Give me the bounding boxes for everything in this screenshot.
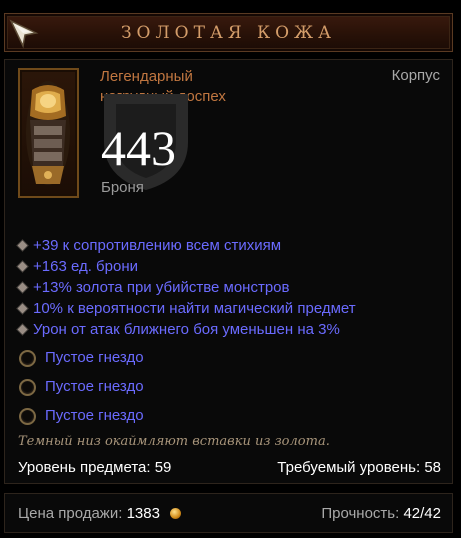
durability-label: Прочность: — [321, 505, 400, 522]
affix-list: +39 к сопротивлению всем стихиям +163 ед… — [16, 235, 446, 340]
gold-coin-icon — [170, 508, 182, 519]
socket-label: Пустое гнездо — [45, 349, 144, 366]
sell-price: Цена продажи: 1383 — [18, 505, 182, 522]
sell-price-value: 1383 — [126, 505, 160, 522]
affix: Урон от атак ближнего боя уменьшен на 3% — [16, 319, 446, 340]
diamond-bullet-icon — [17, 240, 28, 251]
affix: 10% к вероятности найти магический предм… — [16, 298, 446, 319]
socket-label: Пустое гнездо — [45, 407, 144, 424]
affix-text: Урон от атак ближнего боя уменьшен на 3% — [33, 321, 340, 338]
empty-socket-icon — [19, 350, 36, 367]
item-tooltip: ЗОЛОТАЯ КОЖА Легендарный нагрудный доспе… — [0, 0, 461, 538]
empty-socket-icon — [19, 408, 36, 425]
chest-armor-icon — [18, 68, 79, 198]
sell-price-label: Цена продажи: — [18, 505, 123, 522]
affix-text: +13% золота при убийстве монстров — [33, 279, 290, 296]
required-level-value: 58 — [424, 459, 441, 476]
required-level-label: Требуемый уровень: — [277, 459, 421, 476]
diamond-bullet-icon — [17, 324, 28, 335]
armor-value: 443 — [101, 120, 176, 176]
flavor-text: Темный низ окаймляют вставки из золота. — [18, 434, 330, 449]
diamond-bullet-icon — [17, 261, 28, 272]
affix-text: +163 ед. брони — [33, 258, 138, 275]
item-level: Уровень предмета: 59 — [18, 459, 171, 476]
required-level: Требуемый уровень: 58 — [277, 459, 441, 476]
armor-label: Броня — [101, 179, 144, 196]
affix: +13% золота при убийстве монстров — [16, 277, 446, 298]
empty-socket-icon — [19, 379, 36, 396]
title-bar: ЗОЛОТАЯ КОЖА — [4, 13, 453, 52]
diamond-bullet-icon — [17, 303, 28, 314]
item-slot: Корпус — [391, 67, 440, 84]
affix-text: 10% к вероятности найти магический предм… — [33, 300, 356, 317]
affix: +39 к сопротивлению всем стихиям — [16, 235, 446, 256]
durability: Прочность: 42/42 — [321, 505, 441, 522]
tooltip-footer: Цена продажи: 1383 Прочность: 42/42 — [4, 493, 453, 533]
socket-label: Пустое гнездо — [45, 378, 144, 395]
rarity-line-1: Легендарный — [100, 68, 193, 85]
affix: +163 ед. брони — [16, 256, 446, 277]
durability-value: 42/42 — [403, 505, 441, 522]
item-level-value: 59 — [154, 459, 172, 476]
item-level-label: Уровень предмета: — [18, 459, 151, 476]
affix-text: +39 к сопротивлению всем стихиям — [33, 237, 282, 254]
diamond-bullet-icon — [17, 282, 28, 293]
item-name: ЗОЛОТАЯ КОЖА — [120, 23, 337, 43]
